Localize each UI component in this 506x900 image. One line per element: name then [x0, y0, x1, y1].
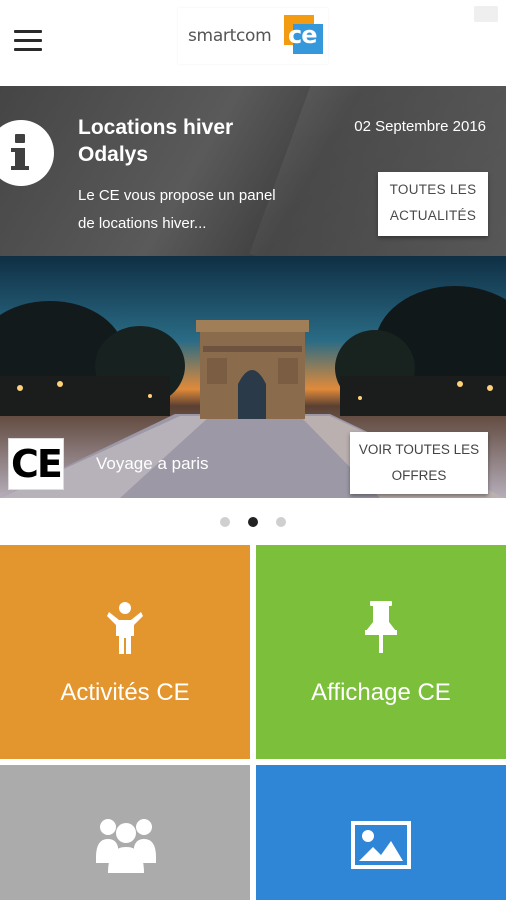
tile-affichage-ce[interactable]: Affichage CE	[256, 545, 506, 759]
info-icon	[0, 120, 54, 186]
tile-groups[interactable]	[0, 765, 250, 900]
offer-caption: Voyage a paris	[96, 454, 209, 473]
tile-gallery[interactable]	[256, 765, 506, 900]
logo-text: smartcom	[188, 26, 272, 46]
person-icon	[107, 602, 143, 654]
group-icon	[96, 819, 156, 873]
tile-label: Affichage CE	[311, 679, 451, 706]
app-logo: smartcom ce	[178, 8, 328, 64]
pager-dot-active[interactable]	[248, 517, 258, 527]
pager-dot[interactable]	[219, 517, 230, 527]
menu-icon[interactable]	[14, 30, 42, 52]
news-excerpt: Le CE vous propose un panel de locations…	[78, 187, 276, 232]
all-offers-button[interactable]: VOIR TOUTES LES OFFRES	[350, 432, 488, 494]
carousel-pager	[0, 514, 506, 527]
news-panel[interactable]: Locations hiver Odalys 02 Septembre 2016…	[0, 86, 506, 256]
news-title: Locations hiver Odalys	[78, 116, 234, 166]
ce-logo-badge: CE	[8, 438, 64, 490]
tile-activites-ce[interactable]: Activités CE	[0, 545, 250, 759]
offer-banner[interactable]: CE Voyage a paris VOIR TOUTES LES OFFRES	[0, 256, 506, 498]
pager-dot[interactable]	[276, 517, 287, 527]
tile-label: Activités CE	[60, 679, 190, 706]
logo-ce-badge: ce	[284, 15, 323, 54]
pushpin-icon	[365, 601, 397, 653]
app-header: smartcom ce	[0, 0, 506, 86]
status-bar-icon	[474, 6, 498, 22]
all-news-button[interactable]: TOUTES LES ACTUALITÉS	[378, 172, 488, 236]
news-date: 02 Septembre 2016	[354, 118, 486, 135]
image-icon	[351, 821, 411, 869]
